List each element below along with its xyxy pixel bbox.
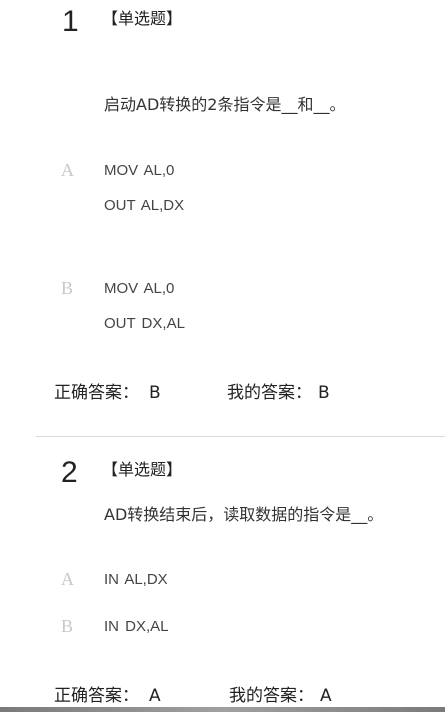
correct-answer-label: 正确答案： bbox=[54, 686, 139, 706]
my-answer-label: 我的答案： bbox=[229, 686, 314, 706]
question-stem: 启动AD转换的2条指令是__和__。 bbox=[104, 95, 346, 114]
correct-answer-label: 正确答案： bbox=[54, 383, 139, 403]
correct-answer-value: B bbox=[149, 383, 161, 403]
correct-answer-value: A bbox=[149, 686, 161, 706]
option-letter: A bbox=[61, 160, 74, 180]
question-type-label: 【单选题】 bbox=[102, 460, 183, 479]
option-letter: B bbox=[61, 278, 74, 298]
option-text-line: MOV AL,0 bbox=[104, 280, 175, 297]
option-text-line: OUT DX,AL bbox=[104, 315, 185, 332]
question-divider bbox=[36, 436, 445, 437]
option-text-line: MOV AL,0 bbox=[104, 162, 175, 179]
my-answer-label: 我的答案： bbox=[227, 383, 312, 403]
question-number: 2 bbox=[61, 456, 78, 489]
bottom-edge-bar bbox=[0, 707, 445, 712]
option-letter: B bbox=[61, 616, 74, 636]
question-type-label: 【单选题】 bbox=[102, 9, 183, 28]
question-number: 1 bbox=[62, 5, 79, 38]
my-answer-value: B bbox=[318, 383, 330, 403]
my-answer-value: A bbox=[320, 686, 332, 706]
option-text-line: IN AL,DX bbox=[104, 571, 168, 588]
option-letter: A bbox=[61, 569, 74, 589]
option-text-line: IN DX,AL bbox=[104, 618, 169, 635]
option-text-line: OUT AL,DX bbox=[104, 197, 185, 214]
question-stem: AD转换结束后，读取数据的指令是__。 bbox=[104, 505, 384, 524]
